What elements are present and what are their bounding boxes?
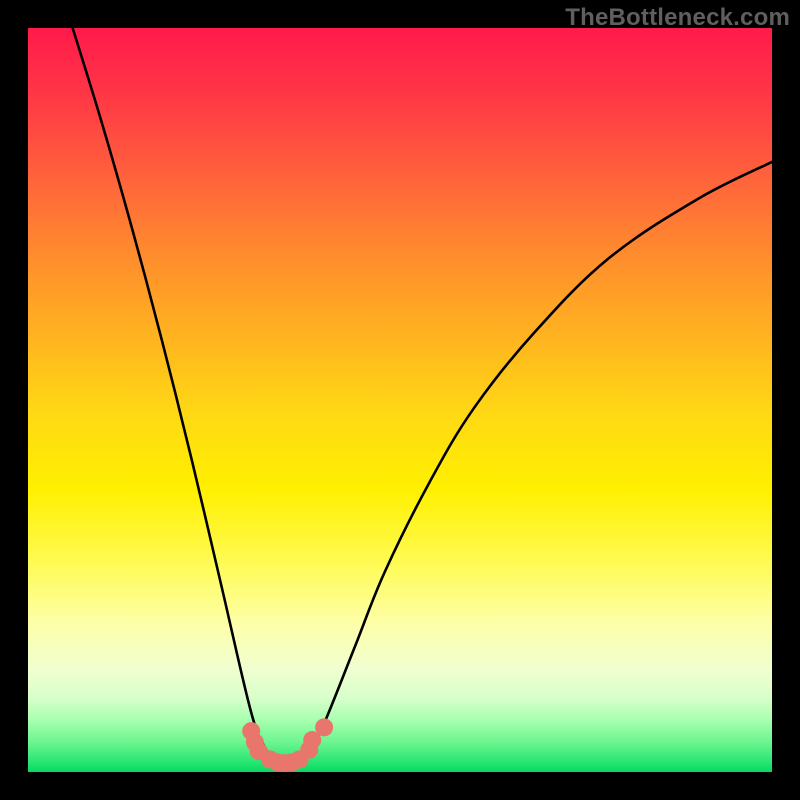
plot-area: [28, 28, 772, 772]
curve-marker: [315, 718, 333, 736]
watermark-label: TheBottleneck.com: [565, 4, 790, 32]
bottleneck-chart: [28, 28, 772, 772]
curve-path: [73, 28, 772, 763]
chart-frame: TheBottleneck.com: [0, 0, 800, 800]
